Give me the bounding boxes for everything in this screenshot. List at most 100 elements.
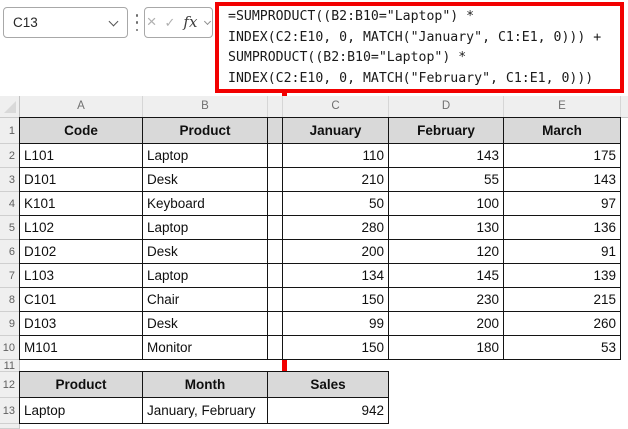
- formula-bar-drag-handle[interactable]: [135, 14, 139, 31]
- cell[interactable]: Month: [142, 371, 268, 398]
- cell[interactable]: D102: [19, 239, 143, 264]
- row-header-cell[interactable]: 4: [0, 192, 20, 216]
- cell[interactable]: [267, 311, 283, 336]
- cell[interactable]: D101: [19, 167, 143, 192]
- cell[interactable]: [267, 191, 283, 216]
- row-header-cell[interactable]: 9: [0, 312, 20, 336]
- chevron-down-icon[interactable]: [204, 17, 212, 25]
- cell[interactable]: 280: [282, 215, 389, 240]
- cell[interactable]: 210: [282, 167, 389, 192]
- row-header-cell[interactable]: 12: [0, 372, 20, 398]
- cell[interactable]: [267, 215, 283, 240]
- cell[interactable]: 143: [388, 143, 504, 168]
- chevron-down-icon[interactable]: [108, 16, 119, 26]
- row-header-cell[interactable]: 5: [0, 216, 20, 240]
- cell[interactable]: Code: [19, 117, 143, 144]
- cell[interactable]: Laptop: [142, 215, 268, 240]
- cell[interactable]: February: [388, 117, 504, 144]
- cell[interactable]: 200: [388, 311, 504, 336]
- cell-c13-result[interactable]: 942: [267, 397, 389, 424]
- cell[interactable]: 230: [388, 287, 504, 312]
- cell[interactable]: L101: [19, 143, 143, 168]
- cancel-icon[interactable]: ×: [147, 13, 157, 30]
- cell[interactable]: [267, 167, 283, 192]
- cell[interactable]: 134: [282, 263, 389, 288]
- column-header-cell[interactable]: C: [283, 96, 389, 118]
- cell[interactable]: 200: [282, 239, 389, 264]
- cell[interactable]: 139: [503, 263, 621, 288]
- column-header-cell[interactable]: B: [143, 96, 268, 118]
- row-header-cell[interactable]: 11: [0, 360, 20, 372]
- cell[interactable]: [267, 287, 283, 312]
- row-header-cell[interactable]: 7: [0, 264, 20, 288]
- column-header-cell[interactable]: [621, 96, 628, 118]
- cell[interactable]: 55: [388, 167, 504, 192]
- row-header-cell[interactable]: 10: [0, 336, 20, 360]
- enter-icon[interactable]: ✓: [165, 16, 176, 29]
- cell[interactable]: 143: [503, 167, 621, 192]
- cell[interactable]: [267, 239, 283, 264]
- cell[interactable]: C101: [19, 287, 143, 312]
- column-header-cell[interactable]: A: [20, 96, 143, 118]
- cell[interactable]: January: [282, 117, 389, 144]
- cell[interactable]: 130: [388, 215, 504, 240]
- name-box-cell-ref: C13: [13, 15, 38, 30]
- cell[interactable]: K101: [19, 191, 143, 216]
- cell[interactable]: 136: [503, 215, 621, 240]
- cell[interactable]: L103: [19, 263, 143, 288]
- table-row: C101 Chair 150 230 215: [19, 287, 621, 312]
- column-header-cell[interactable]: E: [504, 96, 621, 118]
- row-header-cell[interactable]: 1: [0, 118, 20, 144]
- row-headers: 1 2 3 4 5 6 7 8 9 10 11 12 13: [0, 118, 20, 429]
- cell[interactable]: 91: [503, 239, 621, 264]
- cell[interactable]: Desk: [142, 167, 268, 192]
- cell[interactable]: 99: [282, 311, 389, 336]
- cell[interactable]: 50: [282, 191, 389, 216]
- column-header-cell[interactable]: [268, 96, 283, 118]
- cell[interactable]: 175: [503, 143, 621, 168]
- row-header-cell[interactable]: 13: [0, 398, 20, 424]
- cell[interactable]: Desk: [142, 311, 268, 336]
- cell[interactable]: Product: [142, 117, 268, 144]
- cell[interactable]: 145: [388, 263, 504, 288]
- cell[interactable]: January, February: [142, 397, 268, 424]
- cell[interactable]: Desk: [142, 239, 268, 264]
- cell[interactable]: 180: [388, 335, 504, 360]
- cell[interactable]: L102: [19, 215, 143, 240]
- cell[interactable]: [267, 117, 283, 144]
- cell[interactable]: 100: [388, 191, 504, 216]
- insert-function-icon[interactable]: fx: [183, 15, 197, 30]
- cell[interactable]: [267, 335, 283, 360]
- cell[interactable]: 215: [503, 287, 621, 312]
- cell[interactable]: Laptop: [19, 397, 143, 424]
- cell[interactable]: 150: [282, 287, 389, 312]
- cell[interactable]: Laptop: [142, 263, 268, 288]
- table-header-row: Product Month Sales: [19, 371, 389, 398]
- row-header-cell[interactable]: 3: [0, 168, 20, 192]
- select-all-corner[interactable]: [0, 96, 20, 118]
- cell[interactable]: Laptop: [142, 143, 268, 168]
- column-header-cell[interactable]: D: [389, 96, 504, 118]
- cell[interactable]: Keyboard: [142, 191, 268, 216]
- row-header-cell[interactable]: [0, 424, 20, 429]
- cell[interactable]: 150: [282, 335, 389, 360]
- cell[interactable]: [267, 263, 283, 288]
- cell[interactable]: 120: [388, 239, 504, 264]
- cell[interactable]: D103: [19, 311, 143, 336]
- cell[interactable]: 110: [282, 143, 389, 168]
- cell[interactable]: M101: [19, 335, 143, 360]
- row-header-cell[interactable]: 6: [0, 240, 20, 264]
- cell[interactable]: 53: [503, 335, 621, 360]
- cell[interactable]: 97: [503, 191, 621, 216]
- cell[interactable]: 260: [503, 311, 621, 336]
- cell[interactable]: March: [503, 117, 621, 144]
- row-header-cell[interactable]: 2: [0, 144, 20, 168]
- cell[interactable]: Monitor: [142, 335, 268, 360]
- table-row: M101 Monitor 150 180 53: [19, 335, 621, 360]
- name-box[interactable]: C13: [3, 7, 128, 38]
- cell[interactable]: Chair: [142, 287, 268, 312]
- cell[interactable]: Sales: [267, 371, 389, 398]
- row-header-cell[interactable]: 8: [0, 288, 20, 312]
- cell[interactable]: [267, 143, 283, 168]
- cell[interactable]: Product: [19, 371, 143, 398]
